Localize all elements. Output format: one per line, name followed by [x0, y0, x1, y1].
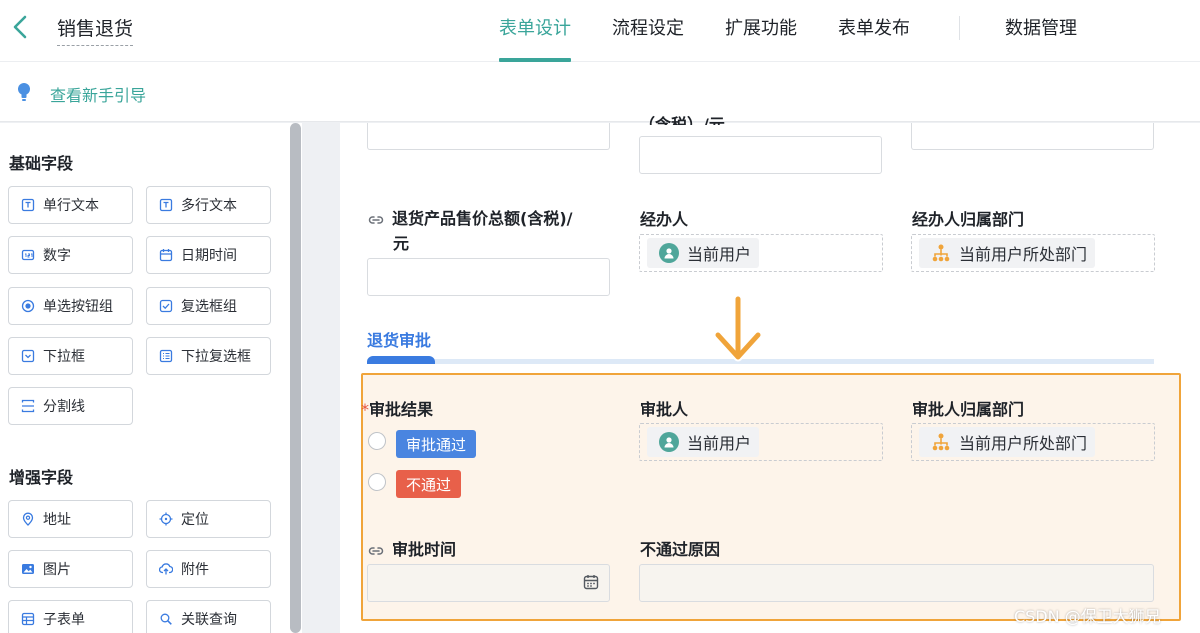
radio-reject[interactable]: [368, 473, 386, 491]
field-label: 关联查询: [181, 612, 237, 628]
field-label: 地址: [43, 512, 71, 528]
guide-link[interactable]: 查看新手引导: [50, 82, 146, 106]
section-title-return-approval[interactable]: 退货审批: [367, 327, 431, 351]
org-chart-icon: [931, 243, 951, 263]
field-address[interactable]: 地址: [8, 500, 133, 538]
back-arrow-icon[interactable]: [10, 14, 30, 40]
crosshair-icon: [159, 512, 173, 526]
tab-form-publish[interactable]: 表单发布: [838, 14, 910, 62]
field-label: 日期时间: [181, 248, 237, 264]
field-date-time[interactable]: 日期时间: [146, 236, 271, 274]
checkbox-icon: [159, 299, 173, 313]
down-arrow-annotation-icon: [710, 293, 766, 365]
lightbulb-icon: [17, 82, 31, 102]
approver-field[interactable]: 当前用户: [639, 423, 883, 461]
watermark: CSDN @保卫大狮兄: [1014, 607, 1161, 626]
refund-total-input[interactable]: [367, 258, 610, 296]
field-checkbox-group[interactable]: 复选框组: [146, 287, 271, 325]
field-label: 多行文本: [181, 198, 237, 214]
reject-reason-label: 不通过原因: [640, 540, 721, 559]
field-label: 下拉复选框: [181, 349, 251, 365]
partial-input-2[interactable]: [639, 136, 882, 174]
nav-divider: [959, 16, 960, 40]
approver-label: 审批人: [640, 400, 689, 419]
field-label: 子表单: [43, 612, 85, 628]
field-subform[interactable]: 子表单: [8, 600, 133, 633]
tab-process-settings[interactable]: 流程设定: [612, 14, 684, 62]
divider-icon: [21, 399, 35, 413]
guide-bar: 查看新手引导: [0, 62, 1200, 122]
field-label: 数字: [43, 248, 71, 264]
location-pin-icon: [21, 512, 35, 526]
subform-icon: [21, 612, 35, 626]
tab-extensions[interactable]: 扩展功能: [725, 14, 797, 62]
field-radio-group[interactable]: 单选按钮组: [8, 287, 133, 325]
radio-approve[interactable]: [368, 432, 386, 450]
approver-dept-label: 审批人归属部门: [912, 400, 1025, 419]
radio-icon: [21, 299, 35, 313]
approval-result-label: *审批结果: [361, 400, 434, 419]
enhanced-fields-title: 增强字段: [9, 468, 74, 487]
calendar-icon[interactable]: [583, 574, 599, 590]
image-icon: [21, 562, 35, 576]
field-number[interactable]: 数字: [8, 236, 133, 274]
palette-scrollbar[interactable]: [290, 123, 301, 633]
field-label: 单行文本: [43, 198, 99, 214]
reject-reason-input[interactable]: [639, 564, 1154, 602]
section-underline-active: [367, 356, 435, 364]
data-management-link[interactable]: 数据管理: [1005, 14, 1077, 62]
handler-label: 经办人: [640, 210, 689, 229]
text-line-icon: [21, 198, 35, 212]
basic-fields-title: 基础字段: [9, 154, 74, 173]
approval-time-input[interactable]: [367, 564, 610, 602]
field-label: 下拉框: [43, 349, 85, 365]
field-label: 定位: [181, 512, 209, 528]
upload-cloud-icon: [159, 562, 173, 576]
tab-form-design[interactable]: 表单设计: [499, 14, 571, 62]
field-dropdown-multi[interactable]: 下拉复选框: [146, 337, 271, 375]
field-label: 单选按钮组: [43, 299, 113, 315]
field-single-line-text[interactable]: 单行文本: [8, 186, 133, 224]
current-user-chip: 当前用户: [647, 238, 760, 268]
partial-input-1[interactable]: [367, 123, 610, 150]
field-divider[interactable]: 分割线: [8, 387, 133, 425]
approver-user-chip: 当前用户: [647, 427, 760, 457]
form-title[interactable]: 销售退货: [57, 14, 134, 46]
option-approve-tag[interactable]: 审批通过: [396, 430, 477, 458]
handler-field[interactable]: 当前用户: [639, 234, 883, 272]
dropdown-multi-icon: [159, 349, 173, 363]
number-icon: [21, 248, 35, 262]
approval-time-label: 审批时间: [368, 536, 456, 560]
user-icon: [659, 432, 679, 452]
field-label: 附件: [181, 562, 209, 578]
user-icon: [659, 243, 679, 263]
field-attachment[interactable]: 附件: [146, 550, 271, 588]
field-image[interactable]: 图片: [8, 550, 133, 588]
approver-dept-chip: 当前用户所处部门: [919, 427, 1096, 457]
required-mark: *: [361, 400, 369, 419]
refund-total-label: 退货产品售价总额(含税)/ 元: [368, 206, 572, 256]
handler-dept-label: 经办人归属部门: [912, 210, 1025, 229]
field-link-query[interactable]: 关联查询: [146, 600, 271, 633]
partial-field-label: （含税）/元: [639, 115, 725, 125]
field-label: 复选框组: [181, 299, 237, 315]
calendar-icon: [159, 248, 173, 262]
dropdown-icon: [21, 349, 35, 363]
org-chart-icon: [931, 432, 951, 452]
partial-input-3[interactable]: [911, 123, 1154, 150]
text-multi-icon: [159, 198, 173, 212]
field-positioning[interactable]: 定位: [146, 500, 271, 538]
link-query-icon: [159, 612, 173, 626]
field-multi-line-text[interactable]: 多行文本: [146, 186, 271, 224]
field-dropdown[interactable]: 下拉框: [8, 337, 133, 375]
approver-dept-field[interactable]: 当前用户所处部门: [911, 423, 1155, 461]
field-label: 图片: [43, 562, 71, 578]
handler-dept-field[interactable]: 当前用户所处部门: [911, 234, 1155, 272]
link-icon: [368, 214, 384, 226]
field-label: 分割线: [43, 399, 85, 415]
current-dept-chip: 当前用户所处部门: [919, 238, 1096, 268]
top-bar: 销售退货 表单设计 流程设定 扩展功能 表单发布 数据管理: [0, 0, 1200, 62]
link-icon: [368, 545, 384, 557]
option-reject-tag[interactable]: 不通过: [396, 470, 462, 498]
